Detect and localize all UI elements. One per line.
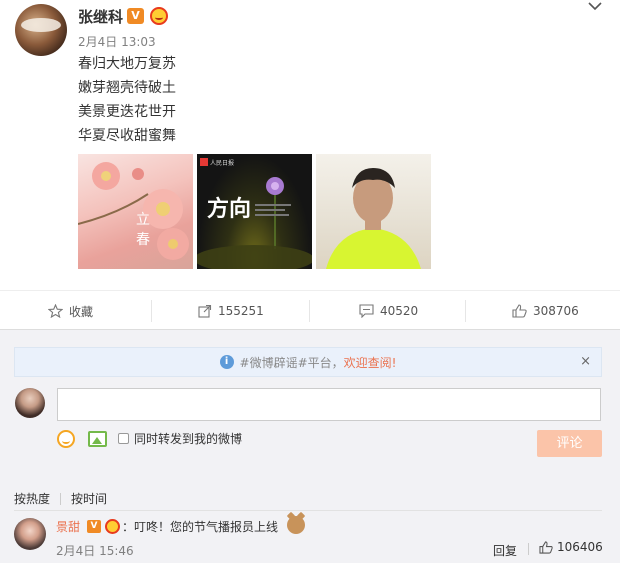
favorite-button[interactable]: 收藏	[48, 291, 93, 331]
image-caption-small: 春	[136, 232, 150, 248]
post-line: 美景更迭花世开	[78, 104, 176, 120]
favorite-label: 收藏	[69, 304, 94, 319]
close-icon[interactable]: ×	[580, 355, 591, 369]
repost-count: 155251	[218, 304, 264, 318]
comment-sort-bar: 按热度 按时间	[14, 490, 107, 507]
comment-action-divider	[528, 543, 529, 555]
chevron-down-icon[interactable]	[586, 0, 604, 14]
sync-repost-checkbox[interactable]	[118, 433, 129, 444]
rumor-notice-banner: i #微博辟谣#平台， 欢迎查阅! ×	[14, 347, 602, 377]
user-avatar[interactable]	[15, 4, 67, 56]
comment-count: 40520	[380, 304, 419, 318]
post-line: 嫩芽翘壳待破土	[78, 80, 176, 96]
comments-section: i #微博辟谣#平台， 欢迎查阅! × 同时转发到我的微博 评论 按热度 按时间…	[0, 330, 620, 563]
reply-button[interactable]: 回复	[493, 542, 517, 559]
notice-link[interactable]: 欢迎查阅!	[344, 354, 397, 371]
commenter-avatar[interactable]	[14, 518, 46, 550]
like-count: 308706	[533, 304, 579, 318]
post-line: 春归大地万复苏	[78, 56, 176, 72]
commenter-username[interactable]: 景甜	[56, 518, 80, 535]
post-image-1[interactable]: 立 春	[78, 154, 193, 269]
info-icon: i	[219, 355, 234, 369]
post-username[interactable]: 张继科	[78, 6, 123, 27]
post-action-bar: 收藏 155251 40520 308706	[0, 290, 620, 330]
image-caption-big: 立	[136, 212, 150, 228]
vip-badge-icon[interactable]	[150, 7, 168, 25]
current-user-avatar[interactable]	[15, 388, 45, 418]
comment-timestamp: 2月4日 15:46	[56, 544, 134, 558]
poster-tag: 人民日报	[210, 159, 234, 167]
star-icon	[48, 304, 63, 318]
action-divider	[309, 300, 310, 322]
thumbs-up-icon	[539, 540, 553, 554]
sort-divider	[60, 492, 62, 505]
comment-input[interactable]	[57, 388, 601, 421]
comment-icon	[359, 304, 374, 318]
divider	[14, 510, 602, 511]
emoji-icon[interactable]	[57, 430, 75, 448]
shiba-emoji-icon	[287, 516, 305, 534]
poster-title: 方向	[207, 196, 251, 222]
post-image-2[interactable]: 人民日报 方向	[197, 154, 312, 269]
action-divider	[465, 300, 466, 322]
plum-blossom-photo-icon: 立 春	[78, 162, 189, 260]
flower-poster-photo-icon: 人民日报 方向	[197, 158, 312, 269]
post-text: 春归大地万复苏 嫩芽翘壳待破土 美景更迭花世开 华夏尽收甜蜜舞	[78, 52, 176, 148]
selfie-photo-icon	[326, 168, 421, 269]
like-button[interactable]: 308706	[512, 291, 579, 331]
verified-badge[interactable]: V	[87, 520, 101, 533]
vip-badge-icon[interactable]	[105, 519, 120, 534]
thumbs-up-icon	[512, 304, 527, 318]
comment-like-count: 106406	[557, 540, 603, 554]
post-line: 华夏尽收甜蜜舞	[78, 128, 176, 144]
sort-by-time-tab[interactable]: 按时间	[71, 490, 107, 507]
notice-text[interactable]: #微博辟谣#平台，	[240, 354, 344, 371]
submit-comment-button[interactable]: 评论	[537, 430, 602, 457]
image-upload-icon[interactable]	[88, 431, 107, 447]
comment-like-button[interactable]: 106406	[539, 540, 603, 554]
comment-text: ：叮咚！您的节气播报员上线	[122, 520, 279, 534]
post-timestamp[interactable]: 2月4日 13:03	[78, 33, 156, 50]
verified-badge[interactable]: V	[127, 8, 144, 24]
repost-button[interactable]: 155251	[198, 291, 264, 331]
repost-icon	[198, 304, 212, 318]
post-image-3[interactable]	[316, 154, 431, 269]
action-divider	[151, 300, 152, 322]
sync-repost-label[interactable]: 同时转发到我的微博	[134, 430, 242, 447]
weibo-post: 张继科 V 2月4日 13:03 春归大地万复苏 嫩芽翘壳待破土 美景更迭花世开…	[0, 0, 620, 290]
comment-button[interactable]: 40520	[359, 291, 418, 331]
sort-by-hot-tab[interactable]: 按热度	[14, 490, 50, 507]
